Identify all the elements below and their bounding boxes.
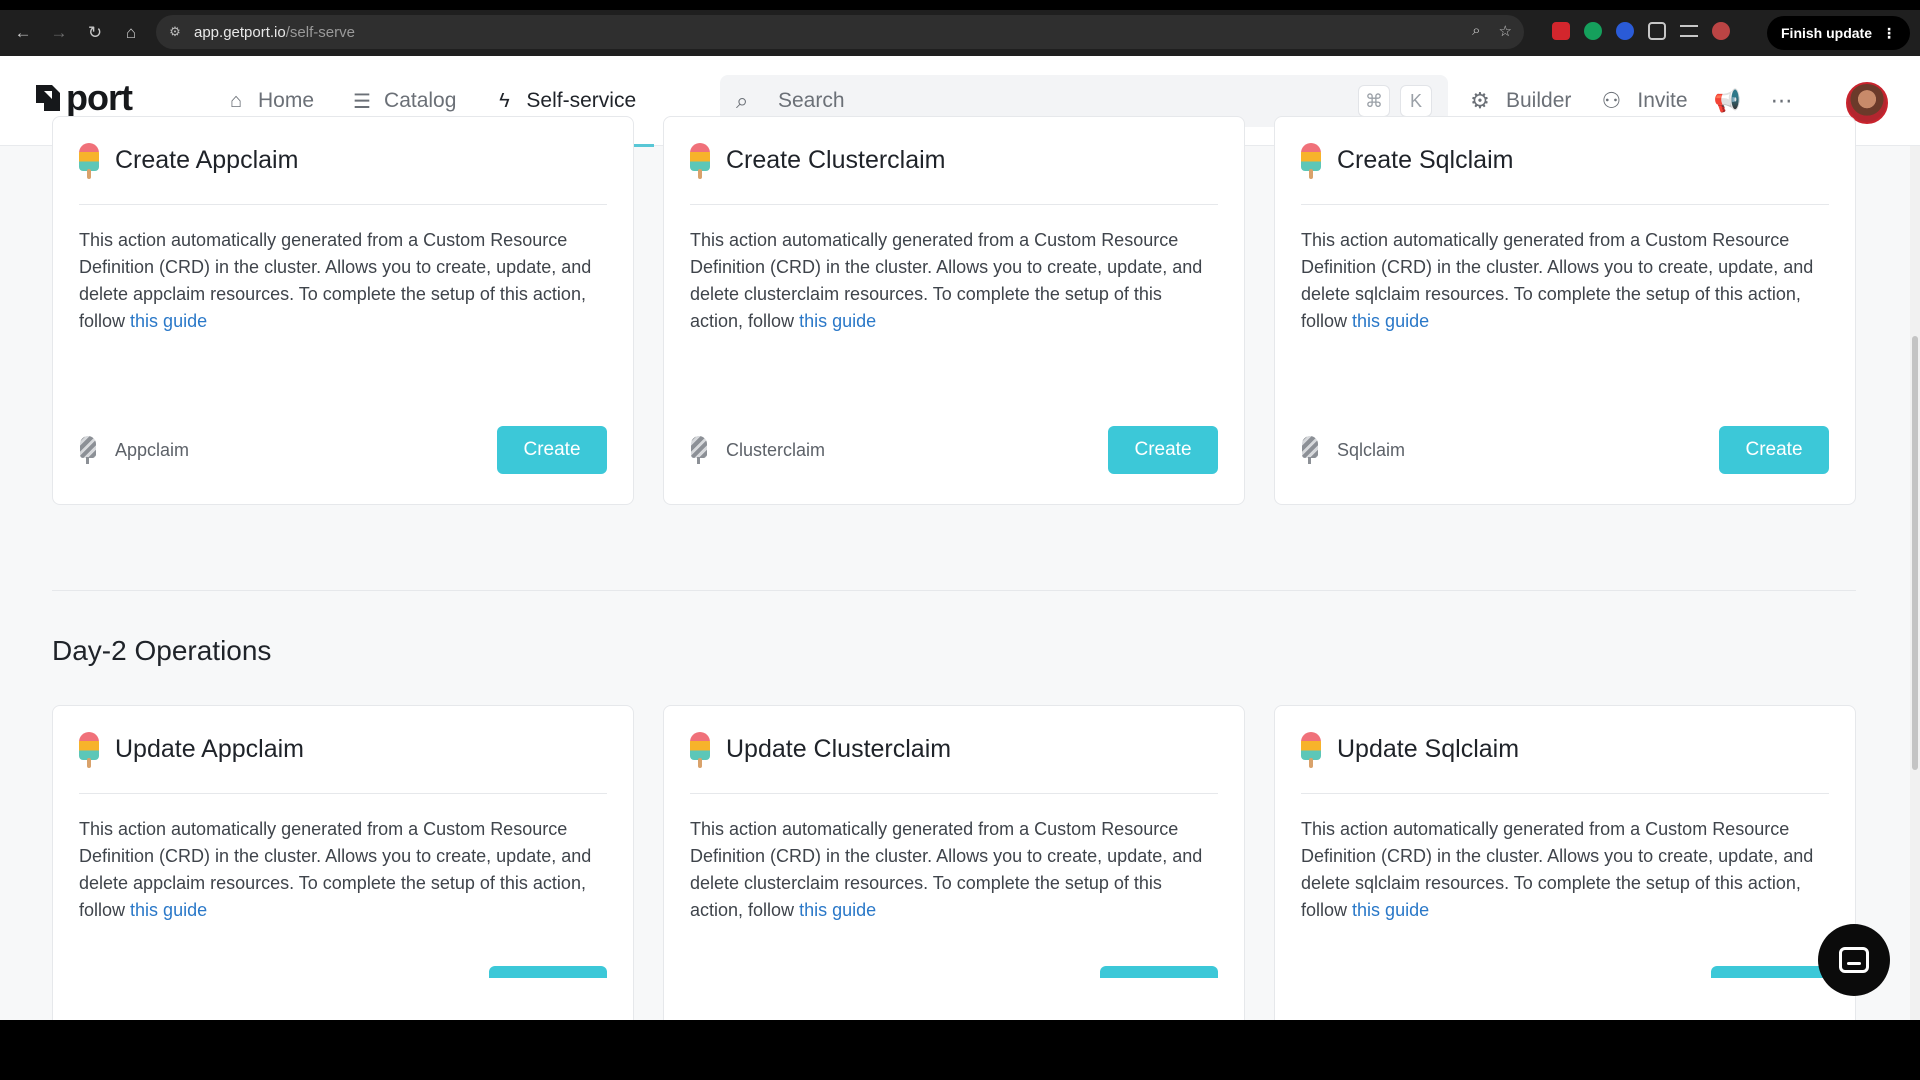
guide-link[interactable]: this guide	[799, 900, 876, 920]
port-app: port ⌂ Home ☰ Catalog ϟ Self-service ⌕ S…	[0, 56, 1920, 1020]
port-logo[interactable]: port	[34, 77, 133, 118]
guide-link[interactable]: this guide	[799, 311, 876, 331]
card-description: This action automatically generated from…	[79, 816, 607, 924]
blueprint-label: Sqlclaim	[1337, 439, 1406, 460]
home-icon: ⌂	[229, 89, 243, 112]
action-card-update-sqlclaim: Update Sqlclaim This action automaticall…	[1274, 705, 1856, 1020]
screen-bottom-bar	[0, 1020, 1920, 1080]
action-card-create-sqlclaim: Create Sqlclaim This action automaticall…	[1274, 116, 1856, 505]
card-title: Update Sqlclaim	[1337, 735, 1520, 763]
address-bar[interactable]: ⚙ app.getport.io/self-serve ⌕ ☆	[156, 15, 1524, 49]
finish-update-button[interactable]: Finish update ⋮	[1767, 16, 1910, 50]
support-chat-button[interactable]	[1818, 924, 1890, 996]
builder-button[interactable]: ⚙ Builder	[1466, 88, 1571, 114]
popsicle-icon	[690, 731, 710, 768]
card-description: This action automatically generated from…	[79, 227, 607, 335]
port-logo-icon	[34, 83, 62, 113]
builder-label: Builder	[1506, 89, 1572, 112]
browser-top-strip	[0, 0, 1920, 10]
invite-users-icon: ⚇	[1601, 88, 1622, 113]
more-menu-button[interactable]: ⋯	[1768, 88, 1796, 114]
site-info-icon[interactable]: ⚙	[166, 23, 184, 41]
nav-catalog-label: Catalog	[384, 89, 457, 112]
extension-blue-icon[interactable]	[1616, 22, 1634, 40]
shortcut-k-key: K	[1400, 85, 1432, 117]
extensions-puzzle-icon[interactable]	[1648, 22, 1666, 40]
action-card-update-clusterclaim: Update Clusterclaim This action automati…	[663, 705, 1245, 1020]
card-title: Create Clusterclaim	[726, 146, 946, 174]
profile-icon[interactable]	[1712, 22, 1730, 40]
popsicle-icon	[79, 142, 99, 179]
guide-link[interactable]: this guide	[1352, 311, 1429, 331]
search-placeholder: Search	[778, 89, 845, 112]
back-icon[interactable]: ←	[10, 20, 36, 46]
shortcut-cmd-key: ⌘	[1358, 85, 1390, 117]
card-title: Create Appclaim	[115, 146, 299, 174]
action-card-create-clusterclaim: Create Clusterclaim This action automati…	[663, 116, 1245, 505]
logo-text: port	[66, 77, 133, 118]
reload-icon[interactable]: ↻	[82, 20, 108, 46]
card-description: This action automatically generated from…	[1301, 227, 1829, 335]
card-title: Create Sqlclaim	[1337, 146, 1514, 174]
section-title-day2: Day-2 Operations	[52, 635, 272, 666]
lightning-icon: ϟ	[499, 89, 510, 112]
blueprint-icon	[1301, 436, 1319, 464]
action-card-update-appclaim: Update Appclaim This action automaticall…	[52, 705, 634, 1020]
card-title: Update Appclaim	[115, 735, 305, 763]
blueprint-label: Appclaim	[115, 439, 190, 460]
megaphone-icon: 📢	[1713, 88, 1742, 113]
card-description: This action automatically generated from…	[1301, 816, 1829, 924]
browser-toolbar: ← → ↻ ⌂ ⚙ app.getport.io/self-serve ⌕ ☆ …	[0, 10, 1920, 56]
section-divider	[52, 590, 1856, 591]
forward-icon[interactable]: →	[46, 20, 72, 46]
create-button[interactable]: Create	[1108, 426, 1218, 474]
search-icon: ⌕	[736, 88, 749, 113]
guide-link[interactable]: this guide	[130, 311, 207, 331]
bookmark-star-icon[interactable]: ☆	[1499, 22, 1512, 40]
chat-icon	[1839, 947, 1869, 973]
zoom-icon[interactable]: ⌕	[1472, 22, 1480, 40]
popsicle-icon	[79, 731, 99, 768]
card-desc-text: This action automatically generated from…	[690, 230, 1203, 331]
create-button[interactable]: Create	[1719, 426, 1829, 474]
extension-red-icon[interactable]	[1552, 22, 1570, 40]
nav-self-service-label: Self-service	[526, 89, 637, 112]
card-description: This action automatically generated from…	[690, 227, 1218, 335]
create-button-partial[interactable]	[1711, 966, 1829, 978]
reading-list-icon[interactable]	[1680, 25, 1698, 37]
blueprint-icon	[79, 436, 97, 464]
invite-button[interactable]: ⚇ Invite	[1597, 88, 1688, 114]
announcements-button[interactable]: 📢	[1714, 88, 1742, 114]
card-title: Update Clusterclaim	[726, 735, 952, 763]
create-button-partial[interactable]	[1100, 966, 1218, 978]
browser-home-icon[interactable]: ⌂	[118, 20, 144, 46]
gear-icon: ⚙	[1470, 88, 1490, 113]
more-dots-icon: ⋯	[1770, 88, 1793, 113]
guide-link[interactable]: this guide	[130, 900, 207, 920]
create-button[interactable]: Create	[497, 426, 607, 474]
self-service-content: Create Appclaim This action automaticall…	[0, 116, 1920, 1020]
url-text: app.getport.io/self-serve	[194, 23, 355, 41]
card-description: This action automatically generated from…	[690, 816, 1218, 924]
create-button-partial[interactable]	[489, 966, 607, 978]
blueprint-icon	[690, 436, 708, 464]
popsicle-icon	[690, 142, 710, 179]
page-scrollbar[interactable]	[1910, 146, 1920, 1020]
grammarly-extension-icon[interactable]	[1584, 22, 1602, 40]
nav-home-label: Home	[258, 89, 315, 112]
guide-link[interactable]: this guide	[1352, 900, 1429, 920]
action-card-create-appclaim: Create Appclaim This action automaticall…	[52, 116, 634, 505]
card-desc-text: This action automatically generated from…	[690, 819, 1203, 920]
popsicle-icon	[1301, 142, 1321, 179]
catalog-icon: ☰	[353, 90, 371, 113]
blueprint-label: Clusterclaim	[726, 439, 826, 460]
invite-label: Invite	[1637, 89, 1688, 112]
kebab-menu-icon: ⋮	[1882, 24, 1896, 41]
popsicle-icon	[1301, 731, 1321, 768]
scrollbar-thumb[interactable]	[1912, 336, 1918, 770]
